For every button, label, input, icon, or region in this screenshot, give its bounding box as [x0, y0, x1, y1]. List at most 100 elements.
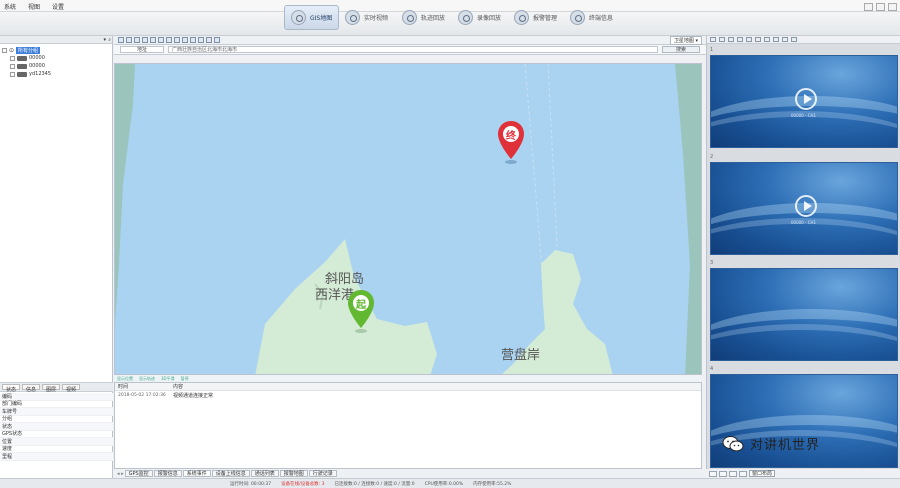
nav-terminal-info[interactable]: 终端信息	[564, 5, 619, 30]
close-icon[interactable]	[888, 3, 897, 11]
tree-node-device[interactable]: yd12345	[2, 70, 110, 78]
video-window-2[interactable]: 00000 - CH1	[710, 162, 898, 255]
status-cpu: CPU使用率:0.00%	[424, 481, 464, 487]
tab-info[interactable]: 信息	[22, 384, 41, 393]
nav-gis-map[interactable]: GIS地图	[284, 5, 340, 30]
group-icon: ⊙	[9, 46, 15, 54]
video-window-1[interactable]: 00000 - CH1	[710, 55, 898, 148]
menu-settings[interactable]: 设置	[52, 2, 64, 11]
video-number: 3	[710, 260, 714, 266]
menu-view[interactable]: 视图	[28, 2, 40, 11]
settings-icon[interactable]	[782, 37, 788, 42]
status-memory: 内存使用率:55.2%	[473, 481, 512, 487]
layout-9-icon[interactable]	[739, 470, 747, 477]
status-bar: 运行时间: 00:00:37 设备在线/设备总数: 3 已连接数:0 / 连接数…	[0, 478, 900, 488]
nav-realtime-video[interactable]: 实时视频	[339, 5, 394, 30]
stop-icon[interactable]	[773, 37, 779, 42]
checkbox-show-track[interactable]: 显示轨迹	[139, 376, 155, 382]
play-icon[interactable]	[795, 195, 817, 217]
tab-gps-monitor[interactable]: GPS监控	[124, 470, 153, 477]
nav-alarm-manage[interactable]: 报警管理	[508, 5, 563, 30]
property-row: 位置	[0, 438, 113, 446]
status-online-count: 设备在线/设备总数: 3	[281, 481, 325, 487]
vehicle-icon	[17, 63, 27, 69]
tab-layer[interactable]: 图层	[42, 384, 61, 393]
tab-status[interactable]: 状态	[2, 384, 21, 393]
tab-system-event[interactable]: 系统事件	[182, 470, 211, 477]
nav-record-playback[interactable]: 录像回放	[452, 5, 507, 30]
select-icon[interactable]	[142, 37, 148, 43]
property-row: 分组	[0, 416, 113, 423]
snapshot-icon[interactable]	[737, 37, 743, 42]
checkbox-show-position[interactable]: 显示位置	[117, 376, 133, 382]
split-9-icon[interactable]	[728, 37, 734, 42]
split-1-icon[interactable]	[710, 37, 716, 42]
end-marker[interactable]: 终	[496, 119, 526, 167]
tab-alarm-info[interactable]: 报警信息	[153, 470, 182, 477]
rect-icon[interactable]	[166, 37, 172, 43]
track-icon	[402, 10, 417, 25]
address-input[interactable]: 广西壮族自治区北海市北海市	[168, 46, 658, 53]
camera-icon	[345, 10, 360, 25]
checkbox-smooth[interactable]: 3D平滑	[161, 376, 175, 382]
measure-icon[interactable]	[150, 37, 156, 43]
nav-track-playback[interactable]: 轨迹回放	[396, 5, 451, 30]
status-connections: 已连接数:0 / 连接数:0 / 速度:0 / 流量:0	[334, 481, 415, 487]
checkbox-pause[interactable]: 暂停	[181, 376, 189, 382]
polygon-icon[interactable]	[182, 37, 188, 43]
search-button[interactable]: 搜索	[662, 46, 700, 53]
tab-device-online[interactable]: 设备上线信息	[211, 470, 250, 477]
play-icon[interactable]	[795, 88, 817, 110]
tab-scroll-icon[interactable]: ◂ ▸	[117, 471, 124, 477]
vehicle-icon	[17, 55, 27, 61]
table-row[interactable]: 2018-05-02 17:02:36 视频通道连接正常	[115, 391, 701, 399]
clear-icon[interactable]	[198, 37, 204, 43]
pan-icon[interactable]	[134, 37, 140, 43]
expand-icon[interactable]	[10, 63, 15, 69]
event-table-header: 时间 内容	[115, 383, 701, 391]
watermark-text: 对讲机世界	[750, 438, 821, 453]
tab-call-list[interactable]: 通话列表	[250, 470, 279, 477]
map-type-select[interactable]: 卫星地图 ▾	[669, 35, 702, 45]
split-4-icon[interactable]	[719, 37, 725, 42]
zoom-in-icon[interactable]	[118, 37, 124, 43]
tree-node-all[interactable]: ⊙ 所有分组	[2, 46, 110, 54]
map-label-village: 营盘岸	[501, 348, 541, 363]
video-window-3[interactable]	[710, 268, 898, 361]
search-icon[interactable]: ⌕	[108, 37, 111, 43]
layout-1-icon[interactable]	[709, 470, 717, 477]
expand-icon[interactable]	[10, 55, 15, 61]
start-marker[interactable]: 起	[346, 288, 376, 336]
tree-node-device[interactable]: 00000	[2, 62, 110, 70]
layout-6-icon[interactable]	[729, 470, 737, 477]
maximize-icon[interactable]	[876, 3, 885, 11]
audio-icon[interactable]	[755, 37, 761, 42]
zoom-out-icon[interactable]	[126, 37, 132, 43]
expand-icon[interactable]	[2, 47, 7, 53]
layout-label[interactable]: 窗口布局	[749, 470, 776, 477]
expand-icon[interactable]	[10, 71, 15, 77]
menu-system[interactable]: 系统	[4, 2, 16, 11]
circle-icon[interactable]	[174, 37, 180, 43]
locate-icon[interactable]	[158, 37, 164, 43]
tab-alarm-map[interactable]: 报警地图	[279, 470, 308, 477]
minimize-icon[interactable]	[864, 3, 873, 11]
map-view[interactable]: 斜阳岛 西洋港 营盘岸 终 起	[114, 63, 702, 375]
video-number: 1	[710, 47, 714, 53]
layout-4-icon[interactable]	[719, 470, 727, 477]
chevron-down-icon[interactable]: ▾	[103, 37, 106, 43]
tab-video[interactable]: 视频	[62, 384, 81, 393]
start-pin-label: 起	[356, 300, 366, 311]
video-caption: 00000 - CH1	[791, 113, 817, 118]
line-icon[interactable]	[190, 37, 196, 43]
property-row: 车牌号	[0, 408, 113, 416]
device-search-bar[interactable]: ▾ ⌕	[0, 36, 112, 44]
talk-icon[interactable]	[764, 37, 770, 42]
print-icon[interactable]	[214, 37, 220, 43]
close-all-icon[interactable]	[791, 37, 797, 42]
video-window-4[interactable]	[710, 374, 898, 468]
tab-drive-record[interactable]: 行驶记录	[308, 470, 337, 477]
tree-node-device[interactable]: 00000	[2, 54, 110, 62]
fullscreen-icon[interactable]	[206, 37, 212, 43]
record-icon[interactable]	[746, 37, 752, 42]
